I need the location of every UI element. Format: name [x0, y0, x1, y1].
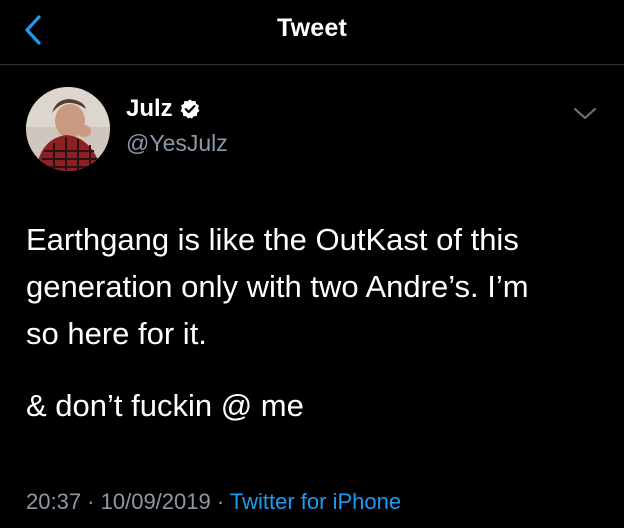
- tweet-source-link[interactable]: Twitter for iPhone: [230, 489, 401, 514]
- tweet-date: 10/09/2019: [100, 489, 211, 514]
- tweet-text-line: Earthgang is like the OutKast of this: [26, 222, 519, 257]
- chevron-down-icon[interactable]: [572, 104, 598, 124]
- tweet-time: 20:37: [26, 489, 82, 514]
- meta-separator: ·: [210, 489, 230, 514]
- tweet-text-line: generation only with two Andre’s. I’m: [26, 269, 529, 304]
- avatar[interactable]: [26, 87, 110, 171]
- tweet-text-line: & don’t fuckin @ me: [26, 388, 304, 423]
- verified-badge-icon: [180, 99, 200, 119]
- author-name-row[interactable]: Julz: [126, 95, 201, 123]
- top-nav-bar: Tweet: [0, 0, 624, 65]
- page-title: Tweet: [277, 14, 347, 42]
- display-name: Julz: [126, 95, 173, 122]
- tweet-metadata: 20:37 · 10/09/2019 · Twitter for iPhone: [26, 489, 401, 515]
- author-handle[interactable]: @YesJulz: [126, 130, 228, 157]
- tweet-text-line: so here for it.: [26, 316, 207, 351]
- profile-photo: [26, 87, 110, 171]
- meta-separator: ·: [81, 489, 101, 514]
